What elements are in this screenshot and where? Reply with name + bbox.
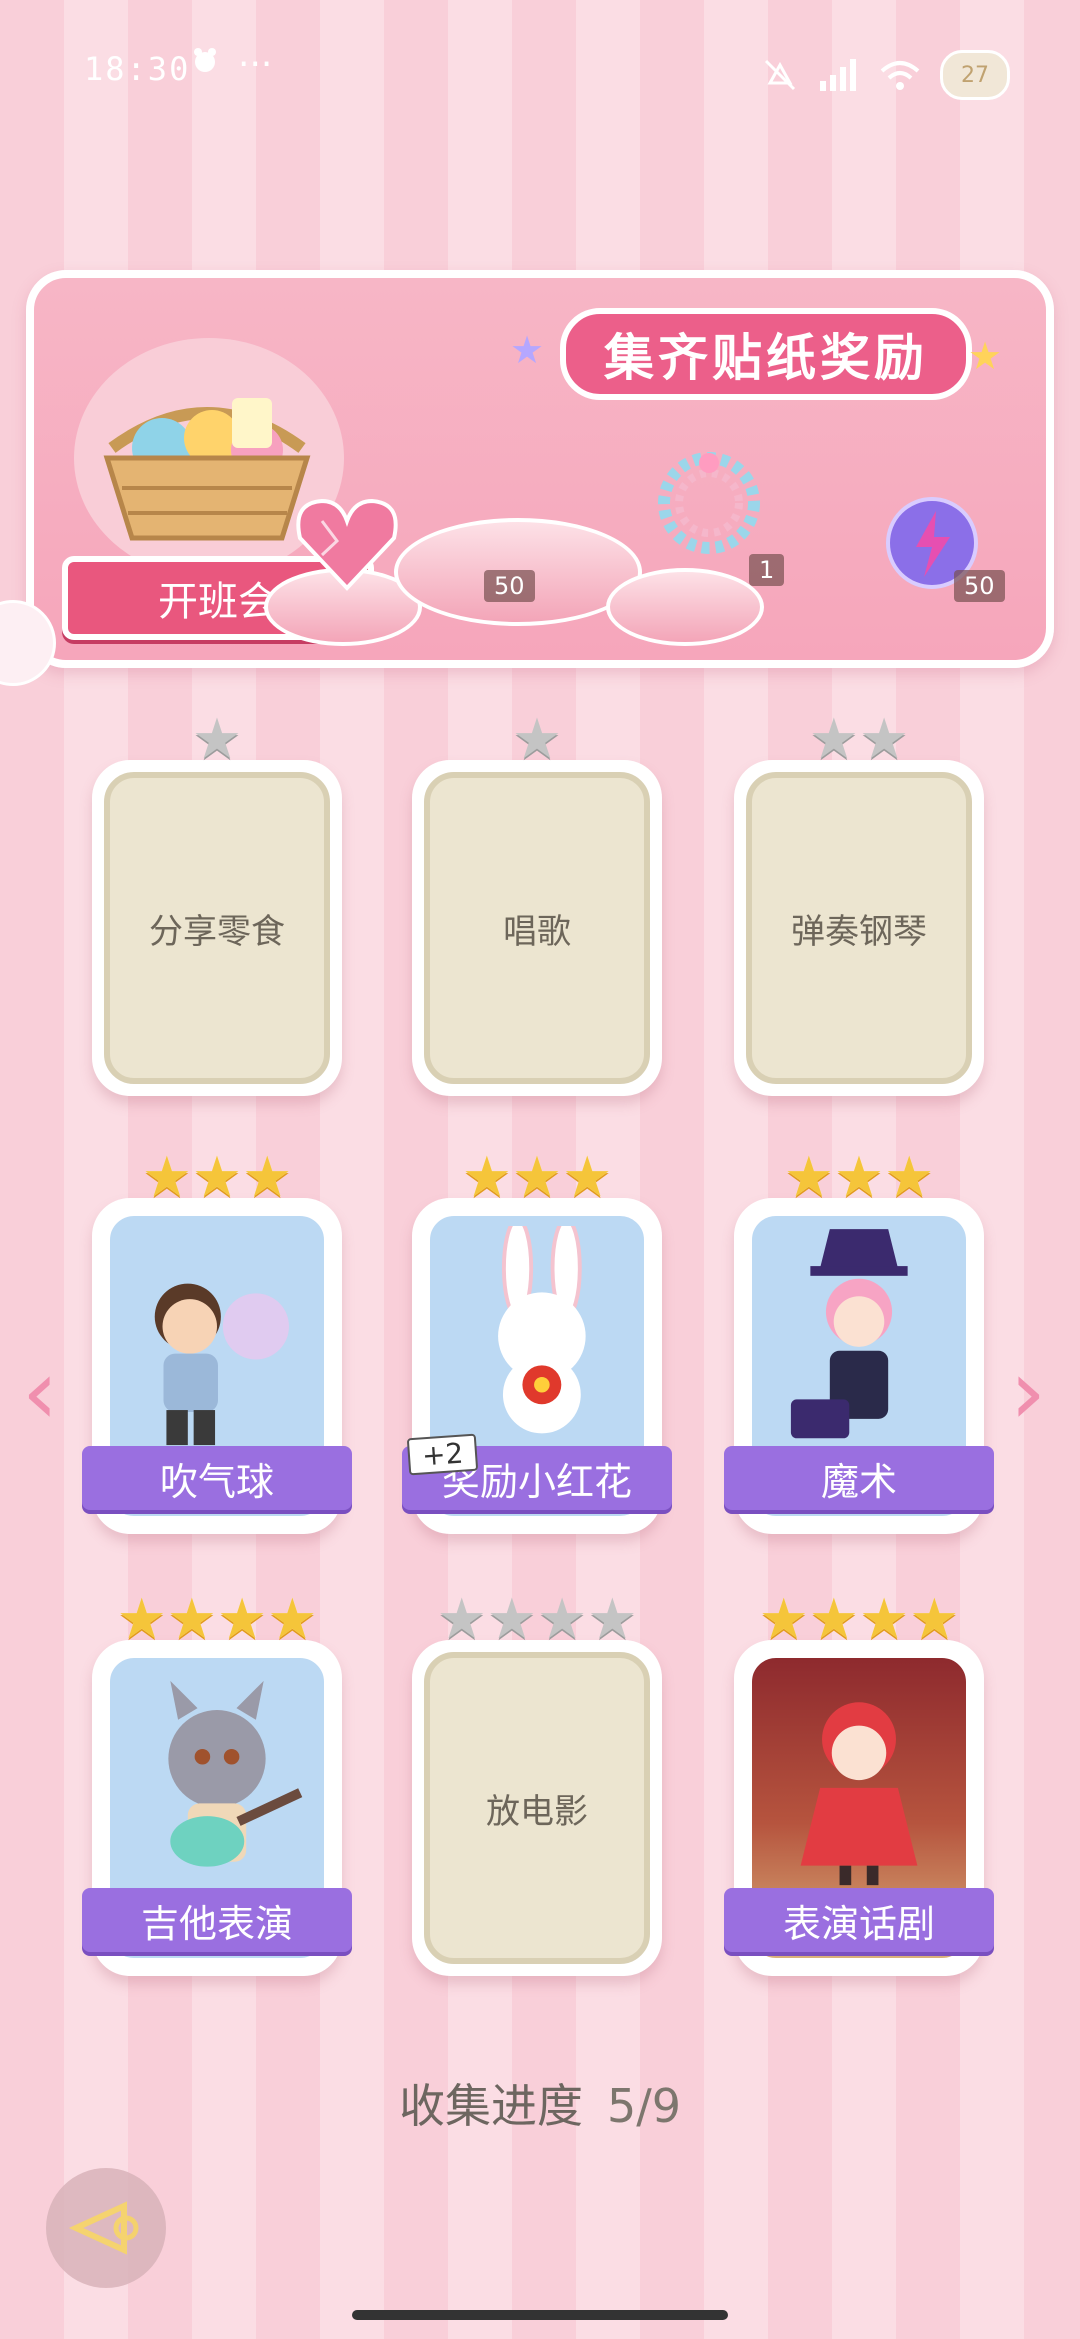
star-filled-icon: ★ xyxy=(562,1145,613,1210)
star-rating: ★ ★ ★ ★ xyxy=(734,1592,984,1648)
sticker-name: 放电影 xyxy=(486,1791,588,1832)
sticker-art-icon xyxy=(498,1226,586,1434)
star-filled-icon: ★ xyxy=(242,1145,293,1210)
next-page-arrow-icon[interactable]: › xyxy=(1010,1340,1046,1445)
sticker-card[interactable]: 唱歌 ★ xyxy=(412,712,662,1096)
star-filled-icon: ★ xyxy=(833,1145,885,1210)
back-button[interactable] xyxy=(46,2168,166,2288)
heart-gem-icon[interactable] xyxy=(292,493,402,593)
star-filled-icon: ★ xyxy=(783,1145,834,1210)
star-filled-icon: ★ xyxy=(191,1145,243,1210)
sticker-placeholder: 分享零食 xyxy=(104,772,330,1084)
alarm-clock-icon xyxy=(194,48,216,72)
star-rating: ★ ★ ★ ★ xyxy=(92,1592,342,1648)
sticker-placeholder: 放电影 xyxy=(424,1652,650,1964)
sticker-label: 吹气球 xyxy=(82,1446,352,1510)
sticker-name: 唱歌 xyxy=(503,911,571,952)
pedestal xyxy=(606,568,764,646)
collection-progress: 收集进度 5/9 xyxy=(0,2070,1080,2136)
star-rating: ★ ★ ★ xyxy=(92,1150,342,1206)
home-indicator[interactable] xyxy=(352,2310,728,2320)
sticker-card[interactable]: ★ ★ ★ 奖励小红花 +2 xyxy=(402,1150,672,1534)
star-rating: ★ xyxy=(412,712,662,768)
back-arrow-icon xyxy=(68,2201,139,2255)
star-rating: ★ ★ ★ ★ xyxy=(412,1592,662,1648)
star-filled-icon: ★ xyxy=(511,1145,563,1210)
progress-value: 5/9 xyxy=(606,2079,682,2133)
bracelet-icon[interactable] xyxy=(644,438,774,568)
star-filled-icon: ★ xyxy=(884,1145,935,1210)
reward-count: 1 xyxy=(749,554,785,586)
prev-page-arrow-icon[interactable]: ‹ xyxy=(22,1340,58,1445)
star-filled-icon: ★ xyxy=(267,1587,318,1652)
star-empty-icon: ★ xyxy=(859,707,910,772)
star-empty-icon: ★ xyxy=(436,1587,487,1652)
battery-indicator: 27 xyxy=(940,50,1010,100)
star-empty-icon: ★ xyxy=(486,1587,537,1652)
star-empty-icon: ★ xyxy=(808,707,859,772)
star-filled-icon: ★ xyxy=(461,1145,512,1210)
star-empty-icon: ★ xyxy=(537,1587,588,1652)
progress-label: 收集进度 xyxy=(398,2079,583,2133)
star-rating: ★ ★ ★ xyxy=(734,1150,984,1206)
star-decoration-icon: ★ xyxy=(968,334,1003,378)
star-rating: ★ ★ ★ xyxy=(412,1150,662,1206)
status-time: 18:30 xyxy=(84,50,191,88)
sticker-label: 魔术 xyxy=(724,1446,994,1510)
star-empty-icon: ★ xyxy=(587,1587,638,1652)
sticker-name: 分享零食 xyxy=(149,911,285,952)
signal-icon xyxy=(820,59,856,91)
star-rating: ★ xyxy=(92,712,342,768)
star-filled-icon: ★ xyxy=(808,1587,859,1652)
bonus-badge: +2 xyxy=(406,1433,479,1476)
reward-count: 50 xyxy=(484,570,535,602)
star-filled-icon: ★ xyxy=(141,1145,192,1210)
sticker-placeholder: 唱歌 xyxy=(424,772,650,1084)
sticker-placeholder: 弹奏钢琴 xyxy=(746,772,972,1084)
star-filled-icon: ★ xyxy=(909,1587,960,1652)
wifi-icon xyxy=(880,61,920,90)
mute-icon xyxy=(764,59,796,91)
status-bar: 18:30 ··· 27 xyxy=(0,40,1080,100)
sticker-label: 吉他表演 xyxy=(82,1888,352,1952)
sticker-card[interactable]: 放电影 ★ ★ ★ ★ xyxy=(412,1592,662,1976)
star-rating: ★ ★ xyxy=(734,712,984,768)
sticker-art-icon xyxy=(800,1702,918,1886)
star-filled-icon: ★ xyxy=(166,1587,217,1652)
sticker-card[interactable]: ★ ★ ★ ★ 吉他表演 xyxy=(82,1592,352,1976)
banner-title: 集齐贴纸奖励 xyxy=(560,308,972,400)
star-empty-icon: ★ xyxy=(511,707,563,772)
sticker-art-icon xyxy=(168,1680,303,1867)
snack-basket-icon xyxy=(103,398,311,541)
star-filled-icon: ★ xyxy=(116,1587,167,1652)
more-notifications-icon: ··· xyxy=(238,44,273,85)
star-filled-icon: ★ xyxy=(859,1587,910,1652)
sticker-art-icon xyxy=(790,1229,908,1439)
reward-count: 50 xyxy=(954,570,1005,602)
sticker-art-icon xyxy=(154,1283,289,1446)
sticker-label: 表演话剧 xyxy=(724,1888,994,1952)
sticker-card[interactable]: 弹奏钢琴 ★ ★ xyxy=(734,712,984,1096)
sticker-card[interactable]: ★ ★ ★ ★ 表演话剧 xyxy=(724,1592,994,1976)
sticker-card[interactable]: 分享零食 ★ xyxy=(92,712,342,1096)
sticker-card[interactable]: ★ ★ ★ 魔术 xyxy=(724,1150,994,1534)
star-empty-icon: ★ xyxy=(191,707,243,772)
star-decoration-icon: ★ xyxy=(510,328,545,372)
sticker-card[interactable]: ★ ★ ★ 吹气球 xyxy=(82,1150,352,1534)
sticker-name: 弹奏钢琴 xyxy=(791,911,927,952)
star-filled-icon: ★ xyxy=(217,1587,268,1652)
star-filled-icon: ★ xyxy=(758,1587,809,1652)
sticker-reward-banner: 开班会 ★ 集齐贴纸奖励 ★ 50 1 50 xyxy=(26,270,1054,668)
